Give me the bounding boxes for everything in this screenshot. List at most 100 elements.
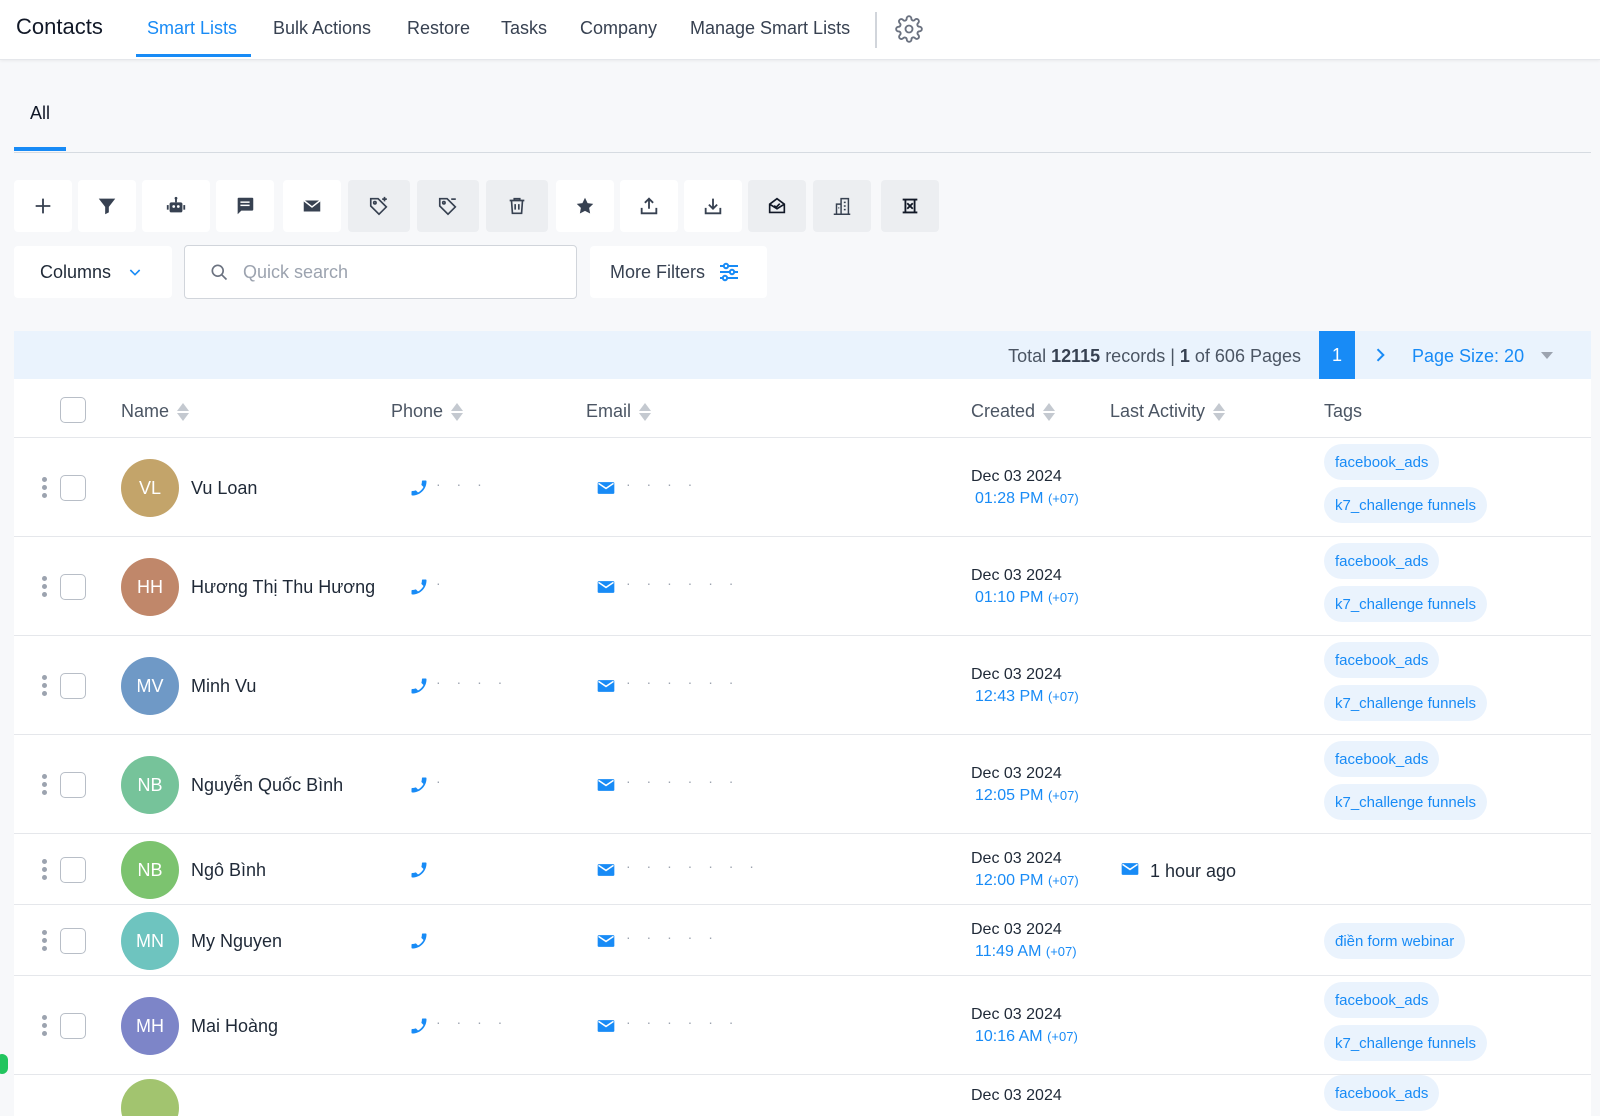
row-checkbox[interactable] bbox=[60, 772, 86, 798]
email-icon[interactable] bbox=[596, 676, 616, 696]
phone-icon[interactable] bbox=[409, 775, 429, 795]
table-row[interactable]: MN My Nguyen · · · · · Dec 03 2024 11:49 AM … bbox=[14, 905, 1591, 976]
sort-icon[interactable] bbox=[639, 402, 652, 421]
phone-icon[interactable] bbox=[409, 478, 429, 498]
tab-bulk-actions[interactable]: Bulk Actions bbox=[273, 18, 371, 39]
table-row[interactable]: MH Mai Hoàng · · · · · · · · · · Dec 03 2024… bbox=[14, 976, 1591, 1075]
of-pages: of 606 Pages bbox=[1189, 346, 1301, 366]
tag-badge[interactable]: k7_challenge funnels bbox=[1324, 1025, 1487, 1061]
row-menu-icon[interactable] bbox=[42, 1015, 48, 1037]
email-icon[interactable] bbox=[596, 931, 616, 951]
sort-icon[interactable] bbox=[1043, 402, 1056, 421]
table-row[interactable]: VL Vu Loan · · · · · · · Dec 03 2024 01:28 PM… bbox=[14, 438, 1591, 537]
add-contact-button[interactable] bbox=[14, 180, 72, 232]
email-icon[interactable] bbox=[596, 775, 616, 795]
page-button-1[interactable]: 1 bbox=[1319, 331, 1355, 379]
phone-icon[interactable] bbox=[409, 931, 429, 951]
table-row[interactable]: Dec 03 2024 facebook_ads bbox=[14, 1075, 1591, 1116]
add-tag-button[interactable] bbox=[348, 180, 410, 232]
column-name[interactable]: Name bbox=[121, 401, 190, 422]
tag-badge[interactable]: k7_challenge funnels bbox=[1324, 685, 1487, 721]
contact-name[interactable]: Minh Vu bbox=[191, 676, 256, 697]
page-size-select[interactable]: Page Size: 20 bbox=[1412, 346, 1524, 367]
column-created[interactable]: Created bbox=[971, 401, 1056, 422]
table-row[interactable]: MV Minh Vu · · · · · · · · · · Dec 03 2024 12… bbox=[14, 636, 1591, 735]
gear-icon[interactable] bbox=[895, 15, 925, 45]
select-all-checkbox[interactable] bbox=[60, 397, 86, 423]
tab-restore[interactable]: Restore bbox=[407, 18, 470, 39]
email-icon[interactable] bbox=[596, 860, 616, 880]
phone-icon[interactable] bbox=[409, 860, 429, 880]
phone-icon[interactable] bbox=[409, 676, 429, 696]
column-phone[interactable]: Phone bbox=[391, 401, 464, 422]
tag-badge[interactable]: facebook_ads bbox=[1324, 741, 1440, 777]
columns-dropdown[interactable]: Columns bbox=[14, 246, 172, 298]
import-button[interactable] bbox=[684, 180, 742, 232]
row-menu-icon[interactable] bbox=[42, 675, 48, 697]
row-checkbox[interactable] bbox=[60, 574, 86, 600]
created-time: 12:43 PM bbox=[975, 688, 1044, 705]
send-sms-button[interactable] bbox=[216, 180, 274, 232]
tag-badge[interactable]: facebook_ads bbox=[1324, 543, 1440, 579]
favorite-button[interactable] bbox=[556, 180, 614, 232]
tag-badge[interactable]: facebook_ads bbox=[1324, 642, 1440, 678]
contact-name[interactable]: Vu Loan bbox=[191, 478, 257, 499]
filter-button[interactable] bbox=[78, 180, 136, 232]
tag-badge[interactable]: k7_challenge funnels bbox=[1324, 487, 1487, 523]
sort-icon[interactable] bbox=[451, 402, 464, 421]
chevron-right-icon[interactable] bbox=[1370, 345, 1390, 365]
tab-smart-lists[interactable]: Smart Lists bbox=[147, 18, 237, 39]
row-checkbox[interactable] bbox=[60, 928, 86, 954]
tag-badge[interactable]: điền form webinar bbox=[1324, 923, 1466, 959]
export-button[interactable] bbox=[620, 180, 678, 232]
sort-icon[interactable] bbox=[177, 402, 190, 421]
phone-icon[interactable] bbox=[409, 577, 429, 597]
tag-badge[interactable]: k7_challenge funnels bbox=[1324, 586, 1487, 622]
merge-button[interactable] bbox=[881, 180, 939, 232]
subtab-all[interactable]: All bbox=[30, 103, 50, 124]
tag-badge[interactable]: facebook_ads bbox=[1324, 444, 1440, 480]
table-row[interactable]: NB Nguyễn Quốc Bình · · · · · · · Dec 03 202… bbox=[14, 735, 1591, 834]
sort-icon[interactable] bbox=[1213, 402, 1226, 421]
column-email[interactable]: Email bbox=[586, 401, 652, 422]
row-checkbox[interactable] bbox=[60, 857, 86, 883]
contact-name[interactable]: Nguyễn Quốc Bình bbox=[191, 775, 343, 796]
send-email-button[interactable] bbox=[283, 180, 341, 232]
tag-badge[interactable]: facebook_ads bbox=[1324, 1075, 1440, 1111]
row-menu-icon[interactable] bbox=[42, 859, 48, 881]
column-last-activity[interactable]: Last Activity bbox=[1110, 401, 1226, 422]
remove-tag-button[interactable] bbox=[417, 180, 479, 232]
contact-name[interactable]: Hương Thị Thu Hương bbox=[191, 577, 375, 598]
add-to-company-button[interactable] bbox=[813, 180, 871, 232]
created-cell: Dec 03 2024 12:00 PM (+07) bbox=[971, 848, 1079, 892]
contact-name[interactable]: Mai Hoàng bbox=[191, 1016, 278, 1037]
more-filters-button[interactable]: More Filters bbox=[590, 246, 767, 298]
email-icon[interactable] bbox=[596, 1016, 616, 1036]
tab-tasks[interactable]: Tasks bbox=[501, 18, 547, 39]
quick-search-input[interactable] bbox=[243, 261, 543, 283]
row-menu-icon[interactable] bbox=[42, 477, 48, 499]
phone-icon[interactable] bbox=[409, 1016, 429, 1036]
email-verify-button[interactable] bbox=[748, 180, 806, 232]
caret-down-icon[interactable] bbox=[1541, 352, 1553, 359]
tag-badge[interactable]: facebook_ads bbox=[1324, 982, 1440, 1018]
contact-name[interactable]: Ngô Bình bbox=[191, 860, 266, 881]
contact-name[interactable]: My Nguyen bbox=[191, 931, 282, 952]
row-checkbox[interactable] bbox=[60, 475, 86, 501]
automation-button[interactable] bbox=[142, 180, 210, 232]
total-mid: records | bbox=[1100, 346, 1180, 366]
email-icon[interactable] bbox=[596, 577, 616, 597]
row-checkbox[interactable] bbox=[60, 673, 86, 699]
delete-button[interactable] bbox=[486, 180, 548, 232]
row-menu-icon[interactable] bbox=[42, 774, 48, 796]
table-row[interactable]: HH Hương Thị Thu Hương · · · · · · · Dec 03 … bbox=[14, 537, 1591, 636]
tag-badge[interactable]: k7_challenge funnels bbox=[1324, 784, 1487, 820]
row-menu-icon[interactable] bbox=[42, 576, 48, 598]
row-menu-icon[interactable] bbox=[42, 930, 48, 952]
tab-manage-smart-lists[interactable]: Manage Smart Lists bbox=[690, 18, 850, 39]
tab-company[interactable]: Company bbox=[580, 18, 657, 39]
email-icon[interactable] bbox=[596, 478, 616, 498]
table-row[interactable]: NB Ngô Bình · · · · · · · Dec 03 2024 12:00 … bbox=[14, 834, 1591, 905]
pagination-bar: Total 12115 records | 1 of 606 Pages 1 P… bbox=[14, 331, 1591, 379]
row-checkbox[interactable] bbox=[60, 1013, 86, 1039]
